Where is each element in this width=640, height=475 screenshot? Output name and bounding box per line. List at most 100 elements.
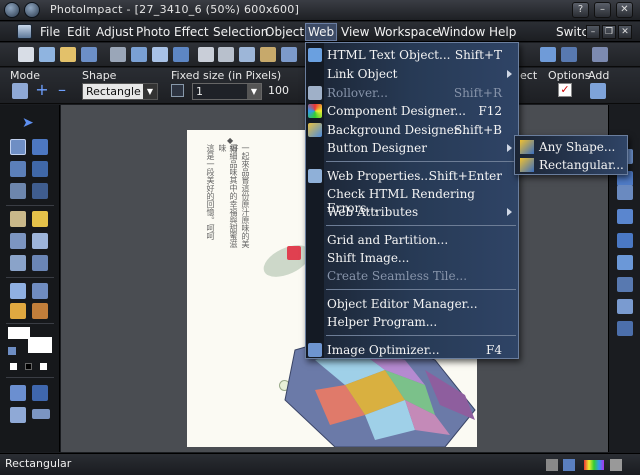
button-designer-submenu: Any Shape... Rectangular... (514, 135, 628, 175)
undo-icon[interactable] (281, 47, 297, 62)
paint-tool-icon[interactable] (10, 211, 26, 227)
mode-subtract-icon[interactable]: – (54, 82, 70, 99)
menu-item-object-editor-manager[interactable]: Object Editor Manager... (326, 295, 516, 313)
export-icon[interactable] (173, 47, 189, 62)
easy-palette-icon[interactable] (617, 209, 633, 224)
mode-new-icon[interactable] (12, 83, 28, 99)
lasso-tool-icon[interactable] (32, 139, 48, 155)
menu-edit[interactable]: Edit (65, 24, 92, 40)
clone-tool-icon[interactable] (32, 233, 48, 249)
history-icon[interactable] (617, 321, 633, 336)
open-folder-icon[interactable] (60, 47, 76, 62)
help-button[interactable]: ? (572, 2, 589, 18)
scan-icon[interactable] (131, 47, 147, 62)
layer-view-icon[interactable] (32, 385, 48, 401)
play-icon[interactable] (617, 255, 633, 270)
menu-photo[interactable]: Photo (134, 24, 172, 40)
menu-item-component-designer[interactable]: Component Designer... F12 (326, 102, 516, 120)
ui-icon[interactable] (592, 47, 608, 62)
copy-icon[interactable] (239, 47, 255, 62)
close-button[interactable]: ✕ (616, 2, 633, 18)
mode-add-icon[interactable]: + (34, 82, 50, 99)
menu-view[interactable]: View (339, 24, 371, 40)
menu-effect[interactable]: Effect (172, 24, 211, 40)
standard-selection-tool-icon[interactable] (10, 139, 26, 155)
fill-tool-icon[interactable] (32, 255, 48, 271)
menu-adjust[interactable]: Adjust (94, 24, 136, 40)
menu-window[interactable]: Window (436, 24, 487, 40)
mdi-minimize-button[interactable]: – (586, 25, 600, 39)
default-color-swatch[interactable] (40, 363, 47, 370)
quick-command-icon[interactable] (617, 185, 633, 200)
ruler-icon[interactable] (32, 409, 50, 419)
snap-icon[interactable] (10, 407, 26, 423)
dropdown-icon[interactable] (198, 47, 214, 62)
white-color-swatch[interactable] (10, 363, 17, 370)
menu-item-link-object[interactable]: Link Object (326, 65, 516, 83)
save-icon[interactable] (81, 47, 97, 62)
fixed-size-checkbox[interactable] (171, 84, 184, 97)
menu-object[interactable]: Object (263, 24, 306, 40)
menu-item-html-text-object[interactable]: HTML Text Object... Shift+T (326, 46, 516, 64)
swap-colors-icon[interactable] (8, 347, 16, 355)
cut-icon[interactable] (218, 47, 234, 62)
submenu-item-rectangular[interactable]: Rectangular... (517, 156, 625, 174)
menu-help[interactable]: Help (487, 24, 518, 40)
height-value[interactable]: 100 (268, 84, 289, 97)
brush-tool-icon[interactable] (32, 211, 48, 227)
menu-item-check-html-rendering-errors[interactable]: Check HTML Rendering Errors... (326, 185, 516, 215)
gallery-icon[interactable] (617, 233, 633, 248)
menu-item-image-optimizer[interactable]: Image Optimizer... F4 (326, 341, 516, 359)
menu-web[interactable]: Web (305, 23, 338, 41)
mdi-close-button[interactable]: ✕ (618, 25, 632, 39)
menu-item-helper-program[interactable]: Helper Program... (326, 313, 516, 331)
pen-tool-icon[interactable] (10, 303, 26, 319)
menu-selection[interactable]: Selection (211, 24, 270, 40)
new-icon[interactable] (18, 47, 34, 62)
eraser-tool-icon[interactable] (10, 255, 26, 271)
document-icon[interactable] (17, 24, 32, 39)
shape-select[interactable]: Rectangle ▼ (82, 83, 158, 100)
submenu-item-any-shape[interactable]: Any Shape... (517, 138, 625, 156)
menu-item-shift-image[interactable]: Shift Image... (326, 249, 516, 267)
print-icon[interactable] (110, 47, 126, 62)
options-checkbox[interactable]: ✓ (558, 83, 572, 97)
web-panel-icon[interactable] (617, 299, 633, 314)
add-icon[interactable] (590, 83, 606, 99)
minimize-button[interactable]: – (594, 2, 611, 18)
text-tool-icon[interactable] (32, 161, 48, 177)
path-tool-icon[interactable] (32, 303, 48, 319)
app-orb-icon[interactable] (4, 2, 20, 18)
library-icon[interactable] (617, 277, 633, 292)
menu-item-background-designer[interactable]: Background Designer... Shift+B (326, 121, 516, 139)
pick-tool-icon[interactable]: ➤ (22, 115, 38, 131)
stamp-tool-icon[interactable] (10, 233, 26, 249)
layout-icon[interactable] (561, 47, 577, 62)
new-web-icon[interactable] (39, 47, 55, 62)
menu-item-shortcut: Shift+R (453, 86, 502, 100)
background-color-swatch[interactable] (28, 337, 52, 353)
grid-view-icon[interactable] (10, 385, 26, 401)
eyedropper-tool-icon[interactable] (32, 283, 48, 299)
menu-item-web-properties[interactable]: Web Properties... Shift+Enter (326, 167, 516, 185)
width-input[interactable]: 1 ▼ (192, 83, 262, 100)
menu-workspace[interactable]: Workspace (372, 24, 442, 40)
preview-icon[interactable] (152, 47, 168, 62)
chevron-down-icon[interactable]: ▼ (143, 84, 157, 99)
black-color-swatch[interactable] (25, 363, 32, 370)
menu-item-web-attributes[interactable]: Web Attributes (326, 203, 516, 221)
menu-item-grid-and-partition[interactable]: Grid and Partition... (326, 231, 516, 249)
mdi-restore-button[interactable]: ❐ (602, 25, 616, 39)
crop-tool-icon[interactable] (10, 183, 26, 199)
menu-file[interactable]: File (38, 24, 62, 40)
paste-icon[interactable] (260, 47, 276, 62)
foreground-color-swatch[interactable] (8, 327, 30, 339)
html-text-icon (308, 48, 322, 62)
app-orb-icon-2[interactable] (24, 2, 40, 18)
menu-item-button-designer[interactable]: Button Designer (326, 139, 516, 157)
transform-tool-icon[interactable] (10, 161, 26, 177)
zoom-area-tool-icon[interactable] (32, 183, 48, 199)
zoom-tool-icon[interactable] (10, 283, 26, 299)
panel-icon[interactable] (540, 47, 556, 62)
chevron-down-icon[interactable]: ▼ (247, 84, 261, 99)
